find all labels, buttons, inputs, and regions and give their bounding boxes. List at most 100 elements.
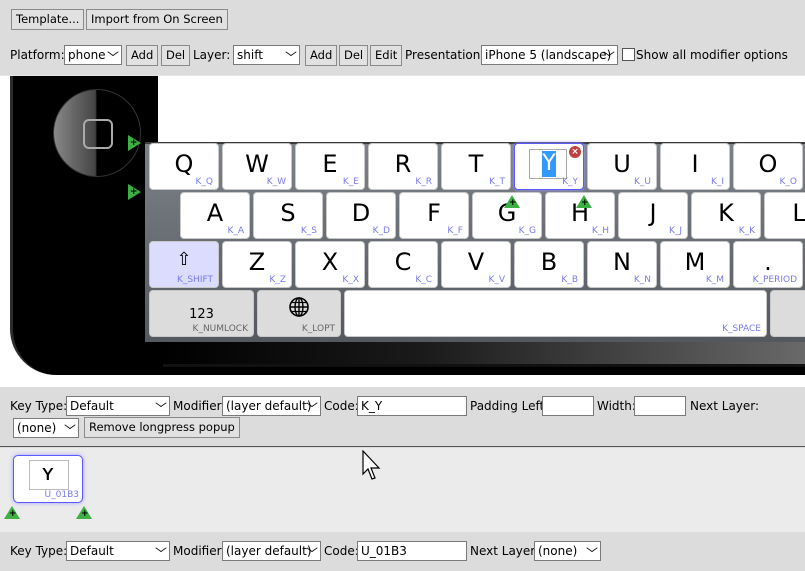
key-cap-input[interactable]: Y	[529, 149, 567, 179]
key-m[interactable]: M K_M	[660, 241, 730, 288]
selected-cap-text: Y	[542, 151, 556, 177]
show-all-modifier-options-checkbox[interactable]	[622, 48, 635, 61]
key-code: K_U	[634, 177, 651, 187]
code-input[interactable]: K_Y	[357, 396, 467, 416]
key-o[interactable]: O K_O	[733, 143, 803, 190]
key-v[interactable]: V K_V	[441, 241, 511, 288]
key-code: K_I	[710, 177, 724, 187]
key-b[interactable]: B K_B	[514, 241, 584, 288]
chevron-down-icon	[586, 544, 598, 552]
key-cap: K	[718, 199, 734, 227]
subkey-next-layer-label: Next Layer:	[470, 544, 540, 558]
import-from-on-screen-button[interactable]: Import from On Screen	[86, 9, 228, 30]
key-n[interactable]: N K_N	[587, 241, 657, 288]
plus-icon: +	[509, 198, 517, 208]
key-cap: U	[613, 150, 631, 178]
key-z[interactable]: Z K_Z	[222, 241, 292, 288]
key-blank[interactable]	[770, 290, 805, 337]
platform-del-button[interactable]: Del	[161, 45, 191, 66]
globe-icon	[258, 296, 340, 324]
code-label: Code:	[324, 399, 359, 413]
layer-edit-button[interactable]: Edit	[370, 45, 403, 66]
padding-left-input[interactable]	[542, 396, 594, 416]
key-code: K_G	[518, 226, 536, 236]
modifier-select[interactable]: (layer default)	[222, 396, 321, 416]
key-q[interactable]: Q K_Q	[149, 143, 219, 190]
key-i[interactable]: I K_I	[660, 143, 730, 190]
subkey-type-label: Key Type:	[10, 544, 68, 558]
key-w[interactable]: W K_W	[222, 143, 292, 190]
key-cap: Q	[174, 150, 194, 178]
key-numlock[interactable]: 123 K_NUMLOCK	[149, 290, 254, 337]
template-button[interactable]: Template...	[11, 9, 85, 30]
remove-longpress-popup-button[interactable]: Remove longpress popup	[84, 417, 240, 438]
key-code: K_SPACE	[722, 324, 761, 334]
key-cap: D	[351, 199, 371, 227]
key-code: K_H	[591, 226, 609, 236]
key-cap: O	[758, 150, 778, 178]
key-space[interactable]: K_SPACE	[344, 290, 767, 337]
key-code: K_R	[415, 177, 432, 187]
subkey-type-value: Default	[70, 544, 114, 558]
key-code: K_SHIFT	[176, 275, 213, 285]
key-lopt[interactable]: K_LOPT	[257, 290, 341, 337]
show-all-modifier-options-label[interactable]: Show all modifier options	[636, 45, 788, 65]
platform-add-button[interactable]: Add	[126, 45, 159, 66]
presentation-select[interactable]: iPhone 5 (landscape)	[481, 45, 618, 65]
chevron-down-icon	[285, 48, 297, 56]
longpress-key-code: U_01B3	[44, 490, 79, 500]
layer-label: Layer:	[193, 48, 231, 62]
key-code: K_NUMLOCK	[192, 324, 248, 334]
key-e[interactable]: E K_E	[295, 143, 365, 190]
key-code: K_Z	[269, 275, 286, 285]
key-shift[interactable]: ⇧ K_SHIFT	[149, 241, 219, 288]
key-period[interactable]: . K_PERIOD	[733, 241, 803, 288]
modifier-label: Modifier:	[173, 399, 226, 413]
key-code: K_S	[300, 226, 317, 236]
key-y[interactable]: Y × K_Y	[514, 143, 584, 190]
key-cap: J	[649, 199, 657, 227]
subkey-type-select[interactable]: Default	[66, 541, 170, 561]
platform-select[interactable]: phone	[64, 45, 122, 65]
key-type-select[interactable]: Default	[66, 396, 170, 416]
key-f[interactable]: F K_F	[399, 192, 469, 239]
next-layer-label: Next Layer:	[690, 399, 760, 413]
home-button-icon	[53, 89, 141, 177]
key-j[interactable]: J K_J	[618, 192, 688, 239]
key-cap: M	[684, 248, 706, 276]
key-blank[interactable]: L	[764, 192, 805, 239]
plus-icon: +	[9, 509, 17, 519]
key-code: K_D	[372, 226, 390, 236]
key-code: K_O	[779, 177, 798, 187]
width-input[interactable]	[634, 396, 686, 416]
layer-select[interactable]: shift	[233, 45, 300, 65]
key-cap: C	[394, 248, 412, 276]
key-code: K_A	[227, 226, 244, 236]
layer-add-button[interactable]: Add	[305, 45, 338, 66]
layer-del-button[interactable]: Del	[339, 45, 369, 66]
key-c[interactable]: C K_C	[368, 241, 438, 288]
delete-key-icon[interactable]: ×	[569, 146, 581, 158]
key-s[interactable]: S K_S	[253, 192, 323, 239]
key-k[interactable]: K K_K	[691, 192, 761, 239]
subkey-code-input[interactable]: U_01B3	[357, 541, 467, 561]
key-code: K_LOPT	[301, 324, 335, 334]
key-r[interactable]: R K_R	[368, 143, 438, 190]
key-u[interactable]: U K_U	[587, 143, 657, 190]
key-code: K_C	[415, 275, 432, 285]
key-d[interactable]: D K_D	[326, 192, 396, 239]
longpress-key[interactable]: ʏ U_01B3	[13, 455, 83, 503]
key-x[interactable]: X K_X	[295, 241, 365, 288]
key-cap: L	[792, 199, 805, 227]
key-cap: N	[613, 248, 631, 276]
key-t[interactable]: T K_T	[441, 143, 511, 190]
key-a[interactable]: A K_A	[180, 192, 250, 239]
subkey-modifier-select[interactable]: (layer default)	[222, 541, 321, 561]
key-cap: .	[764, 248, 772, 276]
key-code: K_N	[633, 275, 651, 285]
key-code: K_J	[668, 226, 682, 236]
subkey-next-layer-select[interactable]: (none)	[534, 541, 601, 561]
next-layer-select[interactable]: (none)	[13, 418, 79, 438]
plus-icon: +	[581, 198, 589, 208]
width-label: Width:	[597, 399, 636, 413]
